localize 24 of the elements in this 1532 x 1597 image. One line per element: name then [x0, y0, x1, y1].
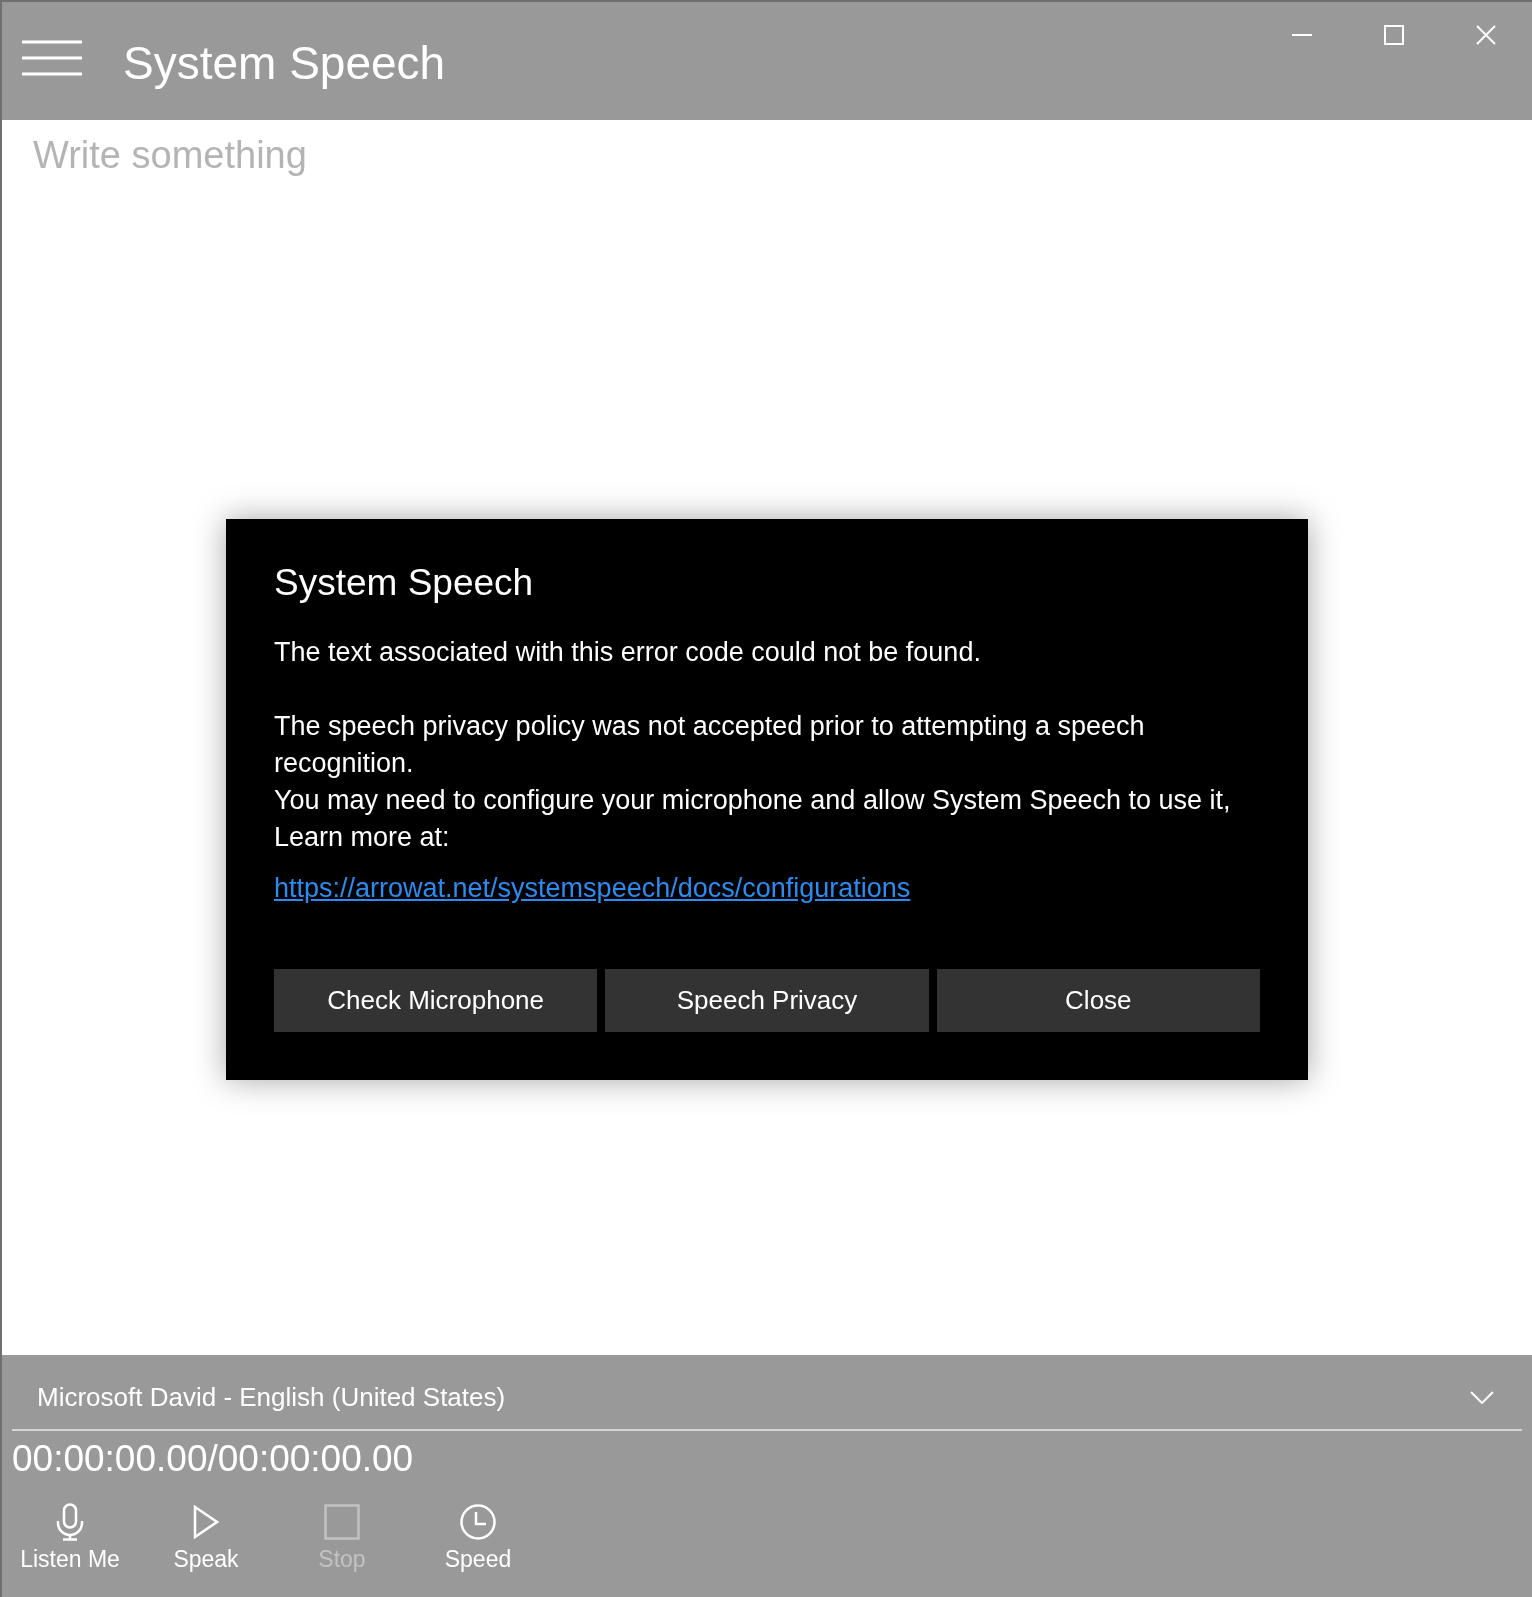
toolbar-button[interactable]: Listen Me [2, 1483, 138, 1587]
maximize-icon [1384, 25, 1404, 45]
dialog-button[interactable]: Close [936, 969, 1260, 1032]
menu-icon [22, 40, 82, 76]
window-title: System Speech [123, 36, 446, 91]
dialog-title: System Speech [274, 561, 534, 605]
toolbar-button[interactable]: Speak [138, 1483, 274, 1587]
dialog-button[interactable]: Speech Privacy [605, 969, 929, 1032]
toolbar-button[interactable]: Speed [410, 1483, 546, 1587]
menu-button[interactable] [22, 40, 82, 76]
dialog-button[interactable]: Check Microphone [274, 969, 598, 1032]
clock-icon [460, 1504, 496, 1540]
close-icon [1476, 25, 1496, 45]
microphone-icon [56, 1503, 84, 1541]
docs-link[interactable]: https://arrowat.net/systemspeech/docs/configurations [274, 870, 911, 907]
voice-dropdown[interactable]: Microsoft David - English (United States) [12, 1365, 1522, 1431]
error-message: The text associated with this error code could not be found. [274, 636, 982, 669]
error-detail: The speech privacy policy was not accepted prior to attempting a speech recognition. [274, 710, 1146, 780]
playback-time: 00:00:00.00/00:00:00.00 [12, 1437, 414, 1481]
chevron-down-icon [1470, 1390, 1494, 1404]
error-detail: You may need to configure your microphone and allow System Speech to use it, Learn more at: [274, 784, 1232, 854]
play-icon [193, 1505, 219, 1539]
minimize-icon [1292, 34, 1312, 36]
stop-icon [324, 1504, 360, 1540]
